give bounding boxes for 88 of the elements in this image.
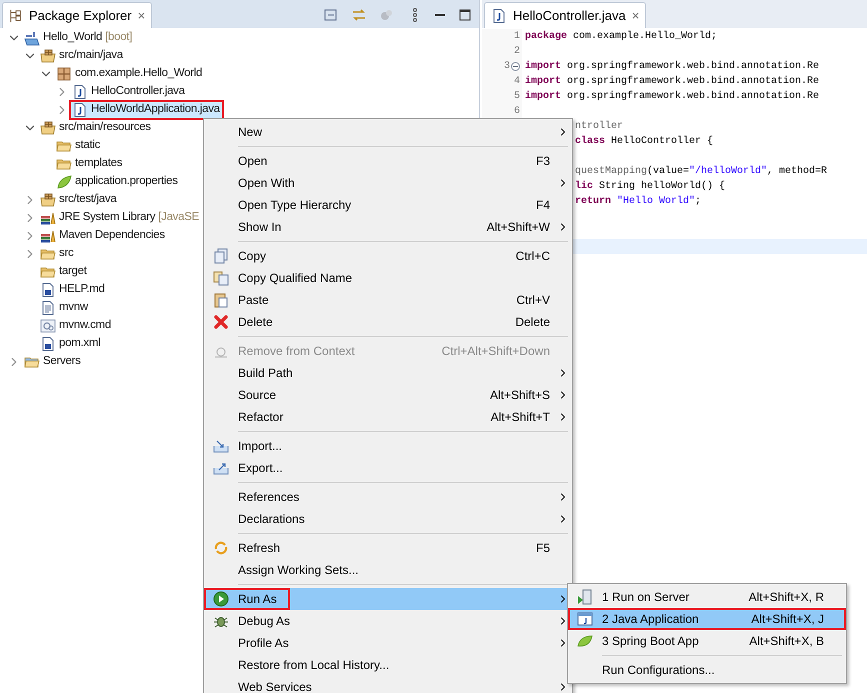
menu-item[interactable]: Assign Working Sets... [204, 559, 572, 581]
collapse-all-icon [323, 7, 339, 23]
close-button[interactable]: × [138, 6, 146, 26]
tree-item[interactable]: mvnw.cmd [38, 317, 114, 335]
java-file-icon [72, 84, 88, 100]
menu-item[interactable]: Source Alt+Shift+S [204, 384, 572, 406]
tree-item[interactable]: pom.xml [38, 335, 104, 353]
menu-item[interactable]: 2 Java Application Alt+Shift+X, J [568, 608, 846, 630]
tree-item[interactable]: HelloController.java [70, 83, 188, 101]
menu-item[interactable]: Delete Delete [204, 311, 572, 333]
tree-item[interactable]: templates [54, 155, 126, 173]
menu-item[interactable]: Build Path [204, 362, 572, 384]
collapse-fold-icon[interactable] [511, 62, 520, 71]
tree-item[interactable]: Servers [22, 353, 84, 371]
line-number: 1 [514, 30, 520, 44]
code-line: import org.springframework.web.bind.annotation.Re [525, 60, 820, 74]
code-line: import org.springframework.web.bind.annotation.Re [525, 74, 820, 89]
java-file-icon [72, 102, 88, 118]
tree-item[interactable]: application.properties [54, 173, 181, 191]
tree-item[interactable]: JRE System Library [JavaSE [38, 209, 202, 227]
code-line: class HelloController { [575, 134, 714, 149]
code-line: ntroller [575, 120, 624, 134]
line-number: 6 [514, 105, 520, 119]
menu-item[interactable]: New [204, 121, 572, 143]
import-icon [213, 438, 229, 454]
line-number: 2 [514, 45, 520, 59]
text-file-icon [40, 300, 56, 316]
tree-item[interactable]: src [38, 245, 76, 263]
source-folder-icon [40, 192, 56, 208]
source-folder-icon [40, 48, 56, 64]
refresh-icon [213, 540, 229, 556]
tree-item[interactable]: src/main/java [38, 47, 126, 65]
menu-item[interactable]: Export... [204, 457, 572, 479]
code-line: package com.example.Hello_World; [525, 30, 718, 44]
close-button[interactable]: × [632, 6, 640, 26]
tree-item[interactable]: target [38, 263, 90, 281]
paste-icon [213, 292, 229, 308]
java-file-icon [491, 8, 507, 24]
java-window-icon [577, 611, 593, 627]
menu-item[interactable]: Open Type Hierarchy F4 [204, 194, 572, 216]
tree-item[interactable]: Maven Dependencies [38, 227, 168, 245]
package-icon [56, 66, 72, 82]
filter-icon [379, 7, 395, 23]
source-folder-icon [40, 120, 56, 136]
line-number: 5 [514, 90, 520, 104]
document-icon [40, 282, 56, 298]
delete-icon [213, 314, 229, 330]
tree-item[interactable]: mvnw [38, 299, 91, 317]
tree-item[interactable]: com.example.Hello_World [54, 65, 206, 83]
menu-item[interactable]: References [204, 486, 572, 508]
leaf-icon [56, 174, 72, 190]
tree-item[interactable]: src/main/resources [38, 119, 154, 137]
menu-item[interactable]: Declarations [204, 508, 572, 530]
books-icon [40, 210, 56, 226]
leaf-icon [577, 633, 593, 649]
maximize-icon [457, 7, 473, 23]
menu-item[interactable]: Show In Alt+Shift+W [204, 216, 572, 238]
menu-item[interactable]: Copy Qualified Name [204, 267, 572, 289]
menu-item[interactable]: Copy Ctrl+C [204, 245, 572, 267]
menu-item[interactable]: Open F3 [204, 150, 572, 172]
menu-item[interactable]: Import... [204, 435, 572, 457]
run-icon [213, 591, 229, 607]
maven-file-icon [40, 336, 56, 352]
menu-item[interactable]: Refresh F5 [204, 537, 572, 559]
link-arrows-icon [351, 7, 367, 23]
project-icon [24, 30, 40, 46]
gear-file-icon [40, 318, 56, 334]
menu-item[interactable]: Refactor Alt+Shift+T [204, 406, 572, 428]
tree-item[interactable]: Hello_World [boot] [22, 29, 136, 47]
code-line: import org.springframework.web.bind.annotation.Re [525, 90, 820, 104]
code-line: questMapping(value="/helloWorld", method=R [575, 164, 828, 179]
editor-tab[interactable]: HelloController.java × [484, 2, 646, 28]
tree-item[interactable]: static [54, 137, 104, 155]
code-line: lic String helloWorld() { [575, 180, 726, 194]
package-explorer-icon [9, 8, 23, 22]
line-number: 4 [514, 75, 520, 89]
line-number: 3 [504, 60, 510, 74]
server-run-icon [577, 589, 593, 605]
menu-item[interactable]: Paste Ctrl+V [204, 289, 572, 311]
tree-item[interactable]: HelloWorldApplication.java [70, 101, 223, 119]
tree-item[interactable]: HELP.md [38, 281, 108, 299]
copy-icon [213, 248, 229, 264]
view-tab[interactable]: Package Explorer × [2, 2, 152, 28]
code-line: return "Hello World"; [575, 194, 702, 209]
tree-item[interactable]: src/test/java [38, 191, 120, 209]
menu-item[interactable]: Open With [204, 172, 572, 194]
copy-name-icon [213, 270, 229, 286]
books-icon [40, 228, 56, 244]
